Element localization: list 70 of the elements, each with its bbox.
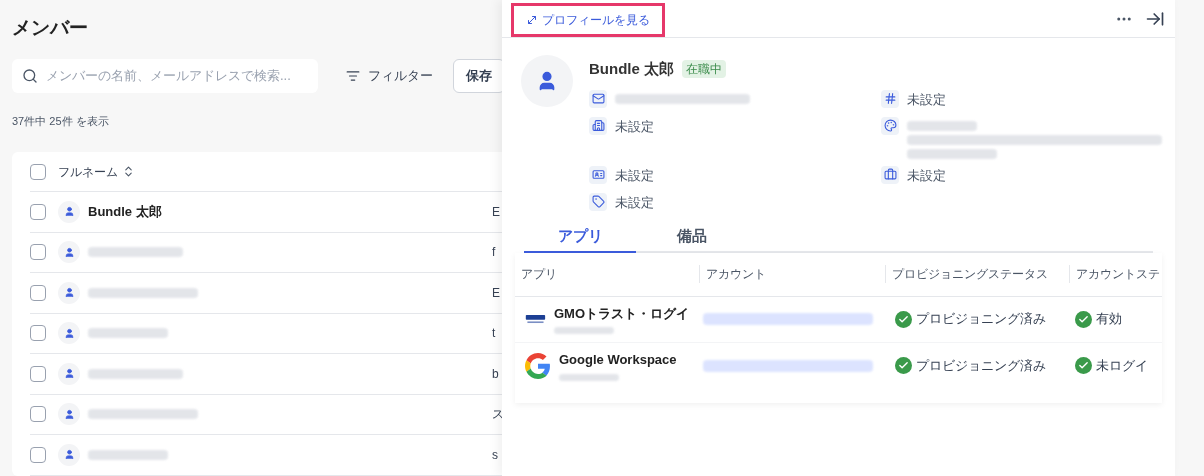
check-icon	[895, 310, 912, 328]
expand-icon	[526, 13, 538, 26]
table-cell-text: ス	[492, 406, 504, 424]
table-cell-text: s	[492, 446, 499, 464]
checkbox[interactable]	[30, 284, 46, 301]
briefcase-icon	[881, 165, 899, 184]
checkbox[interactable]	[30, 446, 46, 463]
app-name: GMOトラスト・ログイ	[553, 304, 689, 323]
table-cell-text: E	[492, 284, 501, 302]
checkbox[interactable]	[30, 325, 46, 342]
column-header: アカウントステ	[1076, 267, 1160, 281]
redacted-text	[907, 120, 977, 131]
check-icon	[895, 357, 912, 374]
field-value: 未設定	[615, 166, 654, 185]
table-cell-text: f	[492, 244, 497, 262]
provisioning-status: プロビジョニング済み	[916, 356, 1046, 375]
app-name: Google Workspace	[559, 351, 677, 370]
redacted-text	[553, 327, 614, 335]
palette-icon	[881, 116, 899, 135]
field-value: 未設定	[615, 193, 654, 212]
hash-icon	[881, 89, 899, 108]
filter-icon	[346, 68, 360, 83]
column-header: アカウント	[706, 267, 766, 281]
table-cell-text: E	[492, 203, 501, 221]
building-icon	[589, 116, 607, 135]
column-header[interactable]: フルネーム	[58, 162, 118, 181]
avatar	[58, 403, 80, 426]
provisioning-status: プロビジョニング済み	[916, 310, 1046, 329]
saved-views-button[interactable]: 保存	[453, 58, 505, 93]
account-status: 有効	[1096, 310, 1122, 329]
gmo-logo	[525, 312, 546, 326]
checkbox[interactable]	[30, 244, 46, 261]
check-icon	[1075, 310, 1092, 328]
sort-icon	[122, 165, 135, 178]
avatar	[521, 55, 573, 107]
table-cell-text: b	[492, 365, 500, 383]
avatar	[58, 443, 80, 466]
view-profile-link[interactable]: プロフィールを見る	[542, 10, 650, 29]
redacted-text	[559, 373, 619, 381]
mail-icon	[589, 89, 607, 108]
table-cell-text: t	[492, 325, 497, 343]
profile-name: Bundle 太郎	[589, 59, 674, 79]
column-header: アプリ	[521, 267, 557, 281]
account-status: 未ログイ	[1096, 356, 1148, 375]
field-value: 未設定	[615, 117, 654, 136]
field-value: 未設定	[907, 166, 946, 185]
page-title: メンバー	[12, 16, 88, 40]
checkbox[interactable]	[30, 365, 46, 382]
tag-icon	[589, 192, 607, 211]
check-icon	[1075, 357, 1092, 374]
avatar	[58, 362, 80, 385]
avatar	[58, 322, 80, 345]
avatar	[58, 241, 80, 264]
column-header: プロビジョニングステータス	[892, 267, 1048, 281]
search-field[interactable]: メンバーの名前、メールアドレスで検索...	[12, 58, 318, 93]
status-badge: 在職中	[682, 60, 726, 79]
avatar	[58, 200, 80, 223]
google-logo	[525, 352, 551, 379]
result-count: 37件中 25件 を表示	[12, 113, 109, 129]
avatar	[58, 281, 80, 304]
tab[interactable]: アプリ	[524, 222, 636, 253]
member-name: Bundle 太郎	[88, 203, 162, 221]
checkbox[interactable]	[30, 203, 46, 220]
checkbox[interactable]	[30, 163, 46, 180]
search-icon	[22, 67, 38, 84]
field-value: 未設定	[907, 90, 946, 109]
tab[interactable]: 備品	[636, 222, 748, 253]
checkbox[interactable]	[30, 406, 46, 423]
id-card-icon	[589, 165, 607, 184]
filter-button[interactable]: フィルター	[346, 65, 433, 86]
